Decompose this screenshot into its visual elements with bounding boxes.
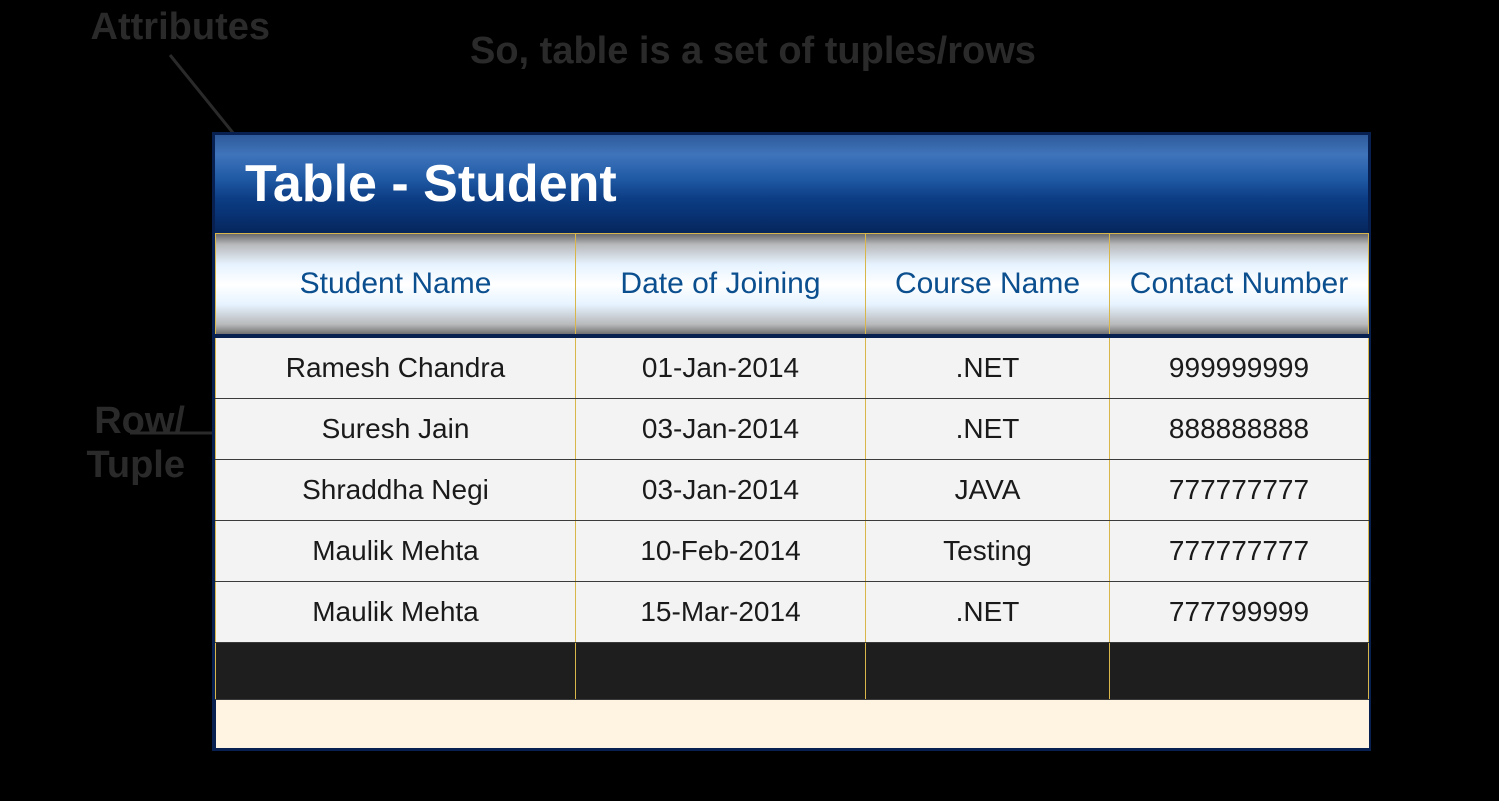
col-student-name: Student Name [216, 234, 576, 337]
cell-course: .NET [866, 336, 1110, 399]
table-row: Suresh Jain 03-Jan-2014 .NET 888888888 [216, 399, 1369, 460]
cell-doj: 03-Jan-2014 [576, 399, 866, 460]
table-title-bar: Table - Student [215, 135, 1368, 233]
cell-name: Maulik Mehta [216, 521, 576, 582]
cell-doj: 01-Jan-2014 [576, 336, 866, 399]
table-title: Table - Student [245, 154, 617, 214]
student-table: Student Name Date of Joining Course Name… [215, 233, 1369, 748]
cell-course: JAVA [866, 460, 1110, 521]
cell-name: Ramesh Chandra [216, 336, 576, 399]
cell-empty [866, 643, 1110, 700]
col-course-name: Course Name [866, 234, 1110, 337]
cell-course: .NET [866, 582, 1110, 643]
cell-contact: 888888888 [1110, 399, 1369, 460]
table-header-row: Student Name Date of Joining Course Name… [216, 234, 1369, 337]
cell-doj: 15-Mar-2014 [576, 582, 866, 643]
cell-empty [216, 643, 576, 700]
table-row-empty-cream [216, 700, 1369, 749]
cell-contact: 777777777 [1110, 460, 1369, 521]
cell-doj: 03-Jan-2014 [576, 460, 866, 521]
cell-course: .NET [866, 399, 1110, 460]
cell-name: Shraddha Negi [216, 460, 576, 521]
cell-name: Maulik Mehta [216, 582, 576, 643]
cell-empty [216, 700, 1369, 749]
cell-course: Testing [866, 521, 1110, 582]
table-row-empty-dark [216, 643, 1369, 700]
caption-text: So, table is a set of tuples/rows [470, 30, 1036, 73]
table-row: Shraddha Negi 03-Jan-2014 JAVA 777777777 [216, 460, 1369, 521]
cell-empty [576, 643, 866, 700]
table-row: Maulik Mehta 10-Feb-2014 Testing 7777777… [216, 521, 1369, 582]
cell-doj: 10-Feb-2014 [576, 521, 866, 582]
cell-contact: 999999999 [1110, 336, 1369, 399]
label-attributes: Attributes [60, 6, 270, 50]
table-row: Ramesh Chandra 01-Jan-2014 .NET 99999999… [216, 336, 1369, 399]
cell-contact: 777799999 [1110, 582, 1369, 643]
col-contact-number: Contact Number [1110, 234, 1369, 337]
col-date-joining: Date of Joining [576, 234, 866, 337]
table-row: Maulik Mehta 15-Mar-2014 .NET 777799999 [216, 582, 1369, 643]
cell-contact: 777777777 [1110, 521, 1369, 582]
table-panel: Table - Student Student Name Date of Joi… [212, 132, 1371, 751]
cell-name: Suresh Jain [216, 399, 576, 460]
cell-empty [1110, 643, 1369, 700]
